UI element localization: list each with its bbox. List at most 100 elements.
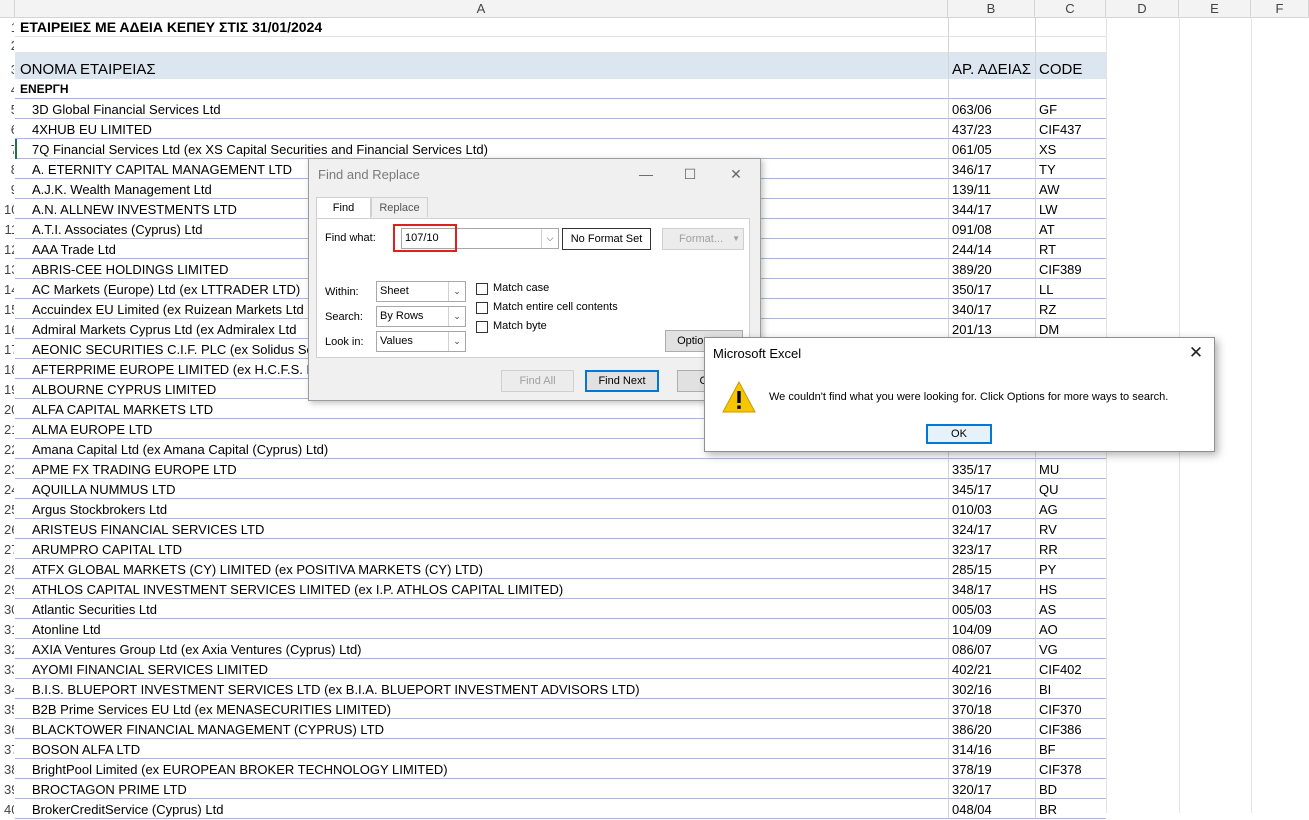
row-number[interactable]: 34 xyxy=(0,679,14,699)
company-name-cell[interactable]: 4XHUB EU LIMITED xyxy=(15,119,948,139)
row-number[interactable]: 32 xyxy=(0,639,14,659)
company-name-cell[interactable]: 7Q Financial Services Ltd (ex XS Capital… xyxy=(15,139,948,159)
row-number[interactable]: 22 xyxy=(0,439,14,459)
category-cell[interactable]: ΕΝΕΡΓΗ xyxy=(15,79,948,99)
row-number[interactable]: 11 xyxy=(0,219,15,239)
license-cell[interactable]: 402/21 xyxy=(948,659,1035,679)
code-cell[interactable]: RV xyxy=(1035,519,1106,539)
code-cell[interactable]: AG xyxy=(1035,499,1106,519)
license-cell[interactable]: 320/17 xyxy=(948,779,1035,799)
row-number[interactable]: 8 xyxy=(0,159,14,179)
license-cell[interactable]: 350/17 xyxy=(948,279,1035,299)
code-cell[interactable]: BD xyxy=(1035,779,1106,799)
code-cell[interactable]: RT xyxy=(1035,239,1106,259)
row-number[interactable]: 38 xyxy=(0,759,14,779)
row-number[interactable]: 23 xyxy=(0,459,14,479)
row-number[interactable]: 24 xyxy=(0,479,14,499)
company-name-cell[interactable]: AYOMI FINANCIAL SERVICES LIMITED xyxy=(15,659,948,679)
sheet-title-cell[interactable]: ΕΤΑΙΡΕΙΕΣ ΜΕ ΑΔΕΙΑ ΚΕΠΕΥ ΣΤΙΣ 31/01/2024 xyxy=(15,17,948,37)
code-cell[interactable]: XS xyxy=(1035,139,1106,159)
code-cell[interactable]: MU xyxy=(1035,459,1106,479)
code-cell[interactable]: AS xyxy=(1035,599,1106,619)
license-cell[interactable]: 344/17 xyxy=(948,199,1035,219)
header-company-name[interactable]: ΟΝΟΜΑ ΕΤΑΙΡΕΙΑΣ xyxy=(15,53,948,79)
code-cell[interactable]: QU xyxy=(1035,479,1106,499)
license-cell[interactable]: 063/06 xyxy=(948,99,1035,119)
code-cell[interactable]: VG xyxy=(1035,639,1106,659)
row-number[interactable]: 27 xyxy=(0,539,14,559)
cell[interactable] xyxy=(1035,79,1106,99)
license-cell[interactable]: 386/20 xyxy=(948,719,1035,739)
code-cell[interactable]: CIF386 xyxy=(1035,719,1106,739)
company-name-cell[interactable]: Atlantic Securities Ltd xyxy=(15,599,948,619)
column-header-c[interactable]: C xyxy=(1035,0,1106,17)
cell[interactable] xyxy=(948,37,1035,53)
select-all-corner[interactable] xyxy=(0,0,15,17)
row-number[interactable]: 31 xyxy=(0,619,14,639)
cell[interactable] xyxy=(1035,17,1106,37)
row-number[interactable]: 17 xyxy=(0,339,14,359)
column-header-b[interactable]: B xyxy=(948,0,1035,17)
company-name-cell[interactable]: BROCTAGON PRIME LTD xyxy=(15,779,948,799)
row-number[interactable]: 13 xyxy=(0,259,14,279)
column-header-a[interactable]: A xyxy=(15,0,948,17)
license-cell[interactable]: 285/15 xyxy=(948,559,1035,579)
row-number[interactable]: 12 xyxy=(0,239,14,259)
company-name-cell[interactable]: B2B Prime Services EU Ltd (ex MENASECURI… xyxy=(15,699,948,719)
license-cell[interactable]: 314/16 xyxy=(948,739,1035,759)
company-name-cell[interactable]: Atonline Ltd xyxy=(15,619,948,639)
company-name-cell[interactable]: AQUILLA NUMMUS LTD xyxy=(15,479,948,499)
company-name-cell[interactable]: 3D Global Financial Services Ltd xyxy=(15,99,948,119)
row-number[interactable]: 25 xyxy=(0,499,14,519)
code-cell[interactable]: CIF437 xyxy=(1035,119,1106,139)
license-cell[interactable]: 302/16 xyxy=(948,679,1035,699)
match-entire-label[interactable]: Match entire cell contents xyxy=(493,301,618,313)
company-name-cell[interactable]: ATHLOS CAPITAL INVESTMENT SERVICES LIMIT… xyxy=(15,579,948,599)
license-cell[interactable]: 244/14 xyxy=(948,239,1035,259)
license-cell[interactable]: 010/03 xyxy=(948,499,1035,519)
within-select[interactable]: Sheet ⌄ xyxy=(376,281,466,302)
cell[interactable] xyxy=(1035,37,1106,53)
license-cell[interactable]: 346/17 xyxy=(948,159,1035,179)
row-number[interactable]: 35 xyxy=(0,699,14,719)
column-header-f[interactable]: F xyxy=(1251,0,1309,17)
close-icon[interactable]: ✕ xyxy=(721,162,751,186)
company-name-cell[interactable]: ARUMPRO CAPITAL LTD xyxy=(15,539,948,559)
row-number[interactable]: 1 xyxy=(0,17,14,37)
company-name-cell[interactable]: B.I.S. BLUEPORT INVESTMENT SERVICES LTD … xyxy=(15,679,948,699)
find-next-button[interactable]: Find Next xyxy=(585,370,659,392)
code-cell[interactable]: TY xyxy=(1035,159,1106,179)
company-name-cell[interactable]: BOSON ALFA LTD xyxy=(15,739,948,759)
lookin-select[interactable]: Values ⌄ xyxy=(376,331,466,352)
row-number[interactable]: 15 xyxy=(0,299,14,319)
row-number[interactable]: 18 xyxy=(0,359,14,379)
row-number[interactable]: 26 xyxy=(0,519,14,539)
code-cell[interactable]: GF xyxy=(1035,99,1106,119)
row-number[interactable]: 6 xyxy=(0,119,14,139)
code-cell[interactable]: RZ xyxy=(1035,299,1106,319)
row-number[interactable]: 4 xyxy=(0,79,14,99)
match-byte-label[interactable]: Match byte xyxy=(493,320,547,332)
code-cell[interactable]: AW xyxy=(1035,179,1106,199)
company-name-cell[interactable]: AXIA Ventures Group Ltd (ex Axia Venture… xyxy=(15,639,948,659)
license-cell[interactable]: 340/17 xyxy=(948,299,1035,319)
license-cell[interactable]: 378/19 xyxy=(948,759,1035,779)
code-cell[interactable]: LW xyxy=(1035,199,1106,219)
header-code[interactable]: CODE xyxy=(1035,53,1106,79)
code-cell[interactable]: DM xyxy=(1035,319,1106,339)
license-cell[interactable]: 345/17 xyxy=(948,479,1035,499)
license-cell[interactable]: 048/04 xyxy=(948,799,1035,819)
minimize-icon[interactable]: — xyxy=(631,162,661,186)
code-cell[interactable]: BR xyxy=(1035,799,1106,819)
row-number[interactable]: 33 xyxy=(0,659,14,679)
license-cell[interactable]: 139/11 xyxy=(948,179,1035,199)
row-number[interactable]: 16 xyxy=(0,319,14,339)
row-number[interactable]: 19 xyxy=(0,379,14,399)
search-select[interactable]: By Rows ⌄ xyxy=(376,306,466,327)
cell[interactable] xyxy=(948,17,1035,37)
match-entire-checkbox[interactable] xyxy=(476,302,488,314)
code-cell[interactable]: AT xyxy=(1035,219,1106,239)
code-cell[interactable]: BF xyxy=(1035,739,1106,759)
company-name-cell[interactable]: BrokerCreditService (Cyprus) Ltd xyxy=(15,799,948,819)
license-cell[interactable]: 086/07 xyxy=(948,639,1035,659)
